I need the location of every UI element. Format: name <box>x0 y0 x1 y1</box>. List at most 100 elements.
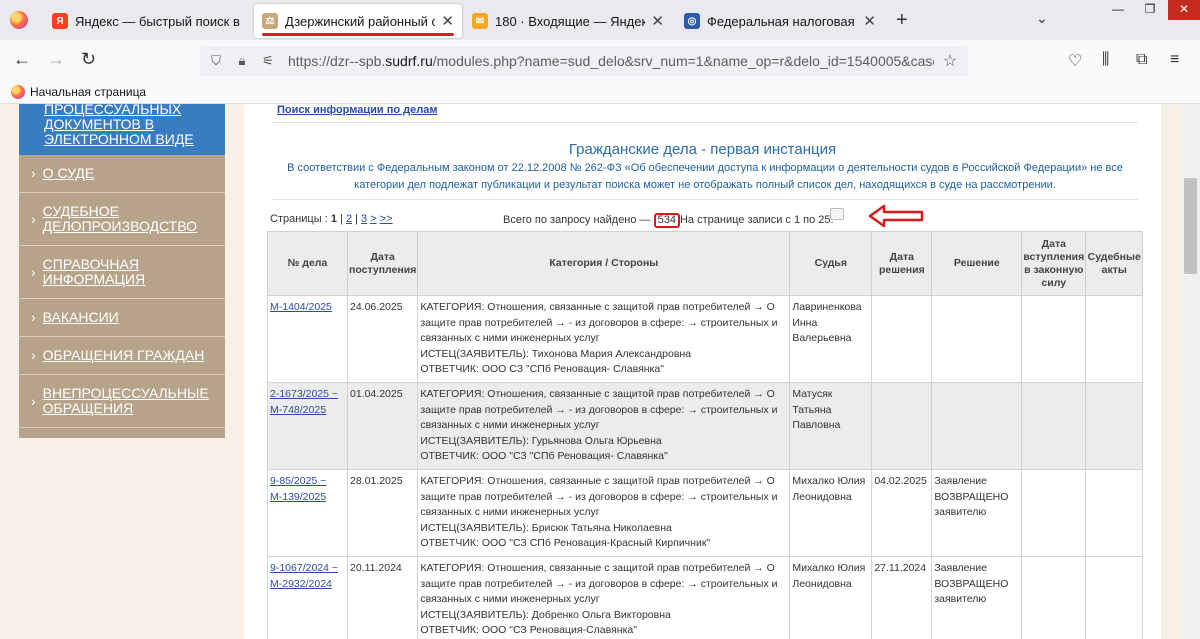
tab-nalog[interactable]: ◎ Федеральная налоговая служ ✕ <box>676 4 884 38</box>
forward-icon[interactable]: → <box>47 49 65 70</box>
effective-date <box>1021 555 1087 639</box>
case-number-link[interactable]: М-1404/2025 <box>270 301 332 313</box>
tab-mail[interactable]: ✉ 180 · Входящие — Яндекс Поч ✕ <box>464 4 672 38</box>
defendant-text: ОТВЕТЧИК: ООО "СЗ "СПб Реновация- Славян… <box>420 450 668 463</box>
restore-icon[interactable]: ❐ <box>1136 0 1164 20</box>
sidebar-item-label[interactable]: СПРАВОЧНАЯ ИНФОРМАЦИЯ <box>43 257 215 287</box>
decision-text <box>931 295 1023 383</box>
reload-icon[interactable]: ↻ <box>81 49 96 70</box>
sidebar-item-label[interactable]: ПРОЦЕССУАЛЬНЫХ ДОКУМЕНТОВ В ЭЛЕКТРОННОМ … <box>44 104 215 147</box>
decision-text: Заявление ВОЗВРАЩЕНО заявителю <box>931 555 1023 639</box>
case-number-link[interactable]: 9-85/2025 ~ М-139/2025 <box>270 475 326 503</box>
decision-date: 27.11.2024 <box>871 555 933 639</box>
permissions-icon[interactable]: ⚟ <box>258 53 278 69</box>
menu-icon[interactable]: ≡ <box>1170 51 1179 69</box>
decision-text <box>931 381 1023 470</box>
tab-yandex[interactable]: Я Яндекс — быстрый поиск в ин <box>44 4 252 38</box>
tab-bar: Я Яндекс — быстрый поиск в ин ⚖ Дзержинс… <box>0 0 1200 40</box>
court-acts <box>1085 381 1144 470</box>
extensions-icon[interactable]: ⧉ <box>1136 51 1147 69</box>
scrollbar-thumb[interactable] <box>1184 178 1197 274</box>
divider <box>272 199 1138 200</box>
page-current: 1 <box>330 213 337 225</box>
received-date: 24.06.2025 <box>346 295 419 383</box>
page-link-2[interactable]: 2 <box>346 213 352 225</box>
tab-court[interactable]: ⚖ Дзержинский районный суд г. ✕ <box>254 4 462 38</box>
court-acts <box>1085 295 1144 383</box>
url-text[interactable]: https://dzr--spb.sudrf.ru/modules.php?na… <box>288 53 934 69</box>
shield-icon[interactable]: ⛉ <box>206 53 226 69</box>
page-next[interactable]: > <box>370 213 376 225</box>
close-window-icon[interactable]: ✕ <box>1168 0 1200 20</box>
case-number-link[interactable]: 9-1067/2024 ~ М-2932/2024 <box>270 562 338 590</box>
defendant-text: ОТВЕТЧИК: ООО СЗ "СПб Реновация- Славянк… <box>420 363 664 376</box>
court-acts <box>1085 555 1144 639</box>
table-row: 9-85/2025 ~ М-139/2025 28.01.2025 КАТЕГО… <box>267 468 1144 557</box>
bookmark-star-icon[interactable]: ☆ <box>940 51 960 71</box>
tab-title: Федеральная налоговая служ <box>707 13 857 29</box>
pocket-icon[interactable]: ♡ <box>1068 51 1082 71</box>
address-bar[interactable]: ⛉ 🔒︎ ⚟ https://dzr--spb.sudrf.ru/modules… <box>200 46 968 76</box>
firefox-view-icon[interactable] <box>10 11 28 29</box>
globe-icon: ◎ <box>684 13 700 29</box>
sidebar-item-appeals[interactable]: › ОБРАЩЕНИЯ ГРАЖДАН <box>19 337 225 375</box>
decision-date: 04.02.2025 <box>871 468 933 557</box>
chevron-right-icon: › <box>31 210 36 227</box>
close-tab-icon[interactable]: ✕ <box>651 12 664 30</box>
sidebar-item-vacancies[interactable]: › ВАКАНСИИ <box>19 299 225 337</box>
sidebar-item-electronic-docs[interactable]: ПРОЦЕССУАЛЬНЫХ ДОКУМЕНТОВ В ЭЛЕКТРОННОМ … <box>19 104 225 155</box>
plaintiff-text: ИСТЕЦ(ЗАЯВИТЕЛЬ): Гурьянова Ольга Юрьевн… <box>420 434 662 447</box>
minimize-icon[interactable]: — <box>1104 0 1132 20</box>
close-tab-icon[interactable]: ✕ <box>441 12 454 30</box>
effective-date <box>1021 468 1087 557</box>
library-icon[interactable]: ⫼ <box>1102 51 1109 69</box>
sidebar-item-label[interactable]: ОБРАЩЕНИЯ ГРАЖДАН <box>43 348 205 363</box>
plaintiff-text: ИСТЕЦ(ЗАЯВИТЕЛЬ): Добренко Ольга Викторо… <box>420 608 671 621</box>
judge-name: Михалко Юлия Леонидовна <box>789 555 873 639</box>
case-number-link[interactable]: 2-1673/2025 ~ М-748/2025 <box>270 388 338 416</box>
plaintiff-text: ИСТЕЦ(ЗАЯВИТЕЛЬ): Брисюк Татьяна Николае… <box>420 521 672 534</box>
divider <box>272 122 1138 123</box>
sidebar-item-records[interactable]: › СУДЕБНОЕ ДЕЛОПРОИЗВОДСТВО <box>19 193 225 246</box>
category-text: КАТЕГОРИЯ: Отношения, связанные с защито… <box>420 474 778 519</box>
decision-date <box>871 381 933 470</box>
cases-table: № дела Дата поступления Категория / Стор… <box>267 231 1144 639</box>
received-date: 28.01.2025 <box>346 468 419 557</box>
category-cell: КАТЕГОРИЯ: Отношения, связанные с защито… <box>417 295 791 383</box>
sidebar-item-label[interactable]: О СУДЕ <box>43 166 95 181</box>
judge-name: Лавриненкова Инна Валерьевна <box>789 295 873 383</box>
close-tab-icon[interactable]: ✕ <box>863 12 876 30</box>
sidebar-item-about[interactable]: › О СУДЕ <box>19 155 225 193</box>
back-icon[interactable]: ← <box>13 49 31 70</box>
list-tabs-icon[interactable]: ⌄ <box>1036 10 1048 27</box>
page-link-3[interactable]: 3 <box>361 213 367 225</box>
col-judge: Судья <box>789 231 873 296</box>
sidebar-item-reference[interactable]: › СПРАВОЧНАЯ ИНФОРМАЦИЯ <box>19 246 225 299</box>
lock-icon[interactable]: 🔒︎ <box>232 53 252 69</box>
sidebar-item-label[interactable]: СУДЕБНОЕ ДЕЛОПРОИЗВОДСТВО <box>43 204 215 234</box>
chevron-right-icon: › <box>31 347 36 363</box>
search-cases-link[interactable]: Поиск информации по делам <box>277 104 437 116</box>
sidebar-item-label[interactable]: ВНЕПРОЦЕССУАЛЬНЫЕ ОБРАЩЕНИЯ <box>43 386 215 416</box>
bookmark-home[interactable]: Начальная страница <box>11 85 146 99</box>
chevron-right-icon: › <box>31 309 36 325</box>
received-date: 01.04.2025 <box>346 381 419 470</box>
table-row: 9-1067/2024 ~ М-2932/2024 20.11.2024 КАТ… <box>267 555 1144 639</box>
judge-name: Михалко Юлия Леонидовна <box>789 468 873 557</box>
effective-date <box>1021 295 1087 383</box>
page-last[interactable]: >> <box>380 213 393 225</box>
chevron-right-icon: › <box>31 263 36 280</box>
defendant-text: ОТВЕТЧИК: ООО "СЗ СПб Реновация-Красный … <box>420 537 711 550</box>
col-received-date: Дата поступления <box>346 231 419 296</box>
col-decision: Решение <box>931 231 1023 296</box>
table-row: 2-1673/2025 ~ М-748/2025 01.04.2025 КАТЕ… <box>267 381 1144 470</box>
col-court-acts: Судебные акты <box>1085 231 1144 296</box>
printer-icon[interactable] <box>830 208 844 220</box>
found-count: 534 <box>653 213 680 228</box>
table-header-row: № дела Дата поступления Категория / Стор… <box>267 231 1144 296</box>
page-scrollbar[interactable] <box>1181 104 1200 639</box>
new-tab-icon[interactable]: + <box>896 9 908 32</box>
sidebar-item-extraprocedural[interactable]: › ВНЕПРОЦЕССУАЛЬНЫЕ ОБРАЩЕНИЯ <box>19 375 225 428</box>
sidebar-item-label[interactable]: ВАКАНСИИ <box>43 310 119 325</box>
category-text: КАТЕГОРИЯ: Отношения, связанные с защито… <box>420 561 778 606</box>
